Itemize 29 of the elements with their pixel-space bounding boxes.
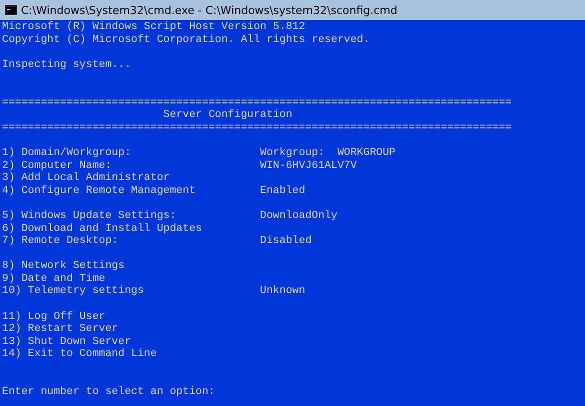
- window-title: C:\Windows\System32\cmd.exe - C:\Windows\system32\sconfig.cmd: [21, 4, 398, 16]
- banner-title: Server Configuration: [162, 109, 292, 122]
- menu-option: 4) Configure Remote Management: [2, 184, 196, 197]
- separator-line: ===============================================================================: [2, 96, 512, 109]
- setting-value: Disabled: [260, 235, 312, 248]
- setting-value: Workgroup: WORKGROUP: [260, 146, 396, 160]
- menu-option: 14) Exit to Command Line: [2, 348, 157, 360]
- console-icon: [5, 5, 17, 15]
- console-text: Microsoft (R) Windows Script Host Version 5.812: [2, 21, 306, 34]
- menu-option: 11) Log Off User: [2, 310, 106, 323]
- setting-value: WIN-6HVJ61ALV7V: [260, 160, 357, 172]
- menu-option: 13) Shut Down Server: [2, 336, 132, 348]
- menu-option: 6) Download and Install Updates: [2, 222, 202, 234]
- setting-value: DownloadOnly: [260, 210, 338, 222]
- menu-option: 3) Add Local Administrator: [2, 172, 170, 184]
- setting-value: Unknown: [260, 285, 306, 298]
- menu-option: 1) Domain/Workgroup:: [2, 146, 132, 159]
- setting-value: Enabled: [260, 184, 306, 198]
- menu-option: 7) Remote Desktop:: [2, 235, 118, 248]
- console-text: Inspecting system...: [2, 58, 132, 72]
- menu-option: 9) Date and Time: [2, 272, 106, 285]
- input-prompt: Enter number to select an option:: [2, 386, 215, 399]
- menu-option: 5) Windows Update Settings:: [2, 210, 176, 222]
- menu-option: 2) Computer Name:: [2, 160, 112, 172]
- menu-option: 10) Telemetry settings: [2, 285, 144, 298]
- menu-option: 12) Restart Server: [2, 323, 118, 336]
- menu-option: 8) Network Settings: [2, 260, 125, 272]
- console-text: Copyright (C) Microsoft Corporation. All rights reserved.: [2, 34, 370, 46]
- separator-line: ===============================================================================: [2, 122, 512, 134]
